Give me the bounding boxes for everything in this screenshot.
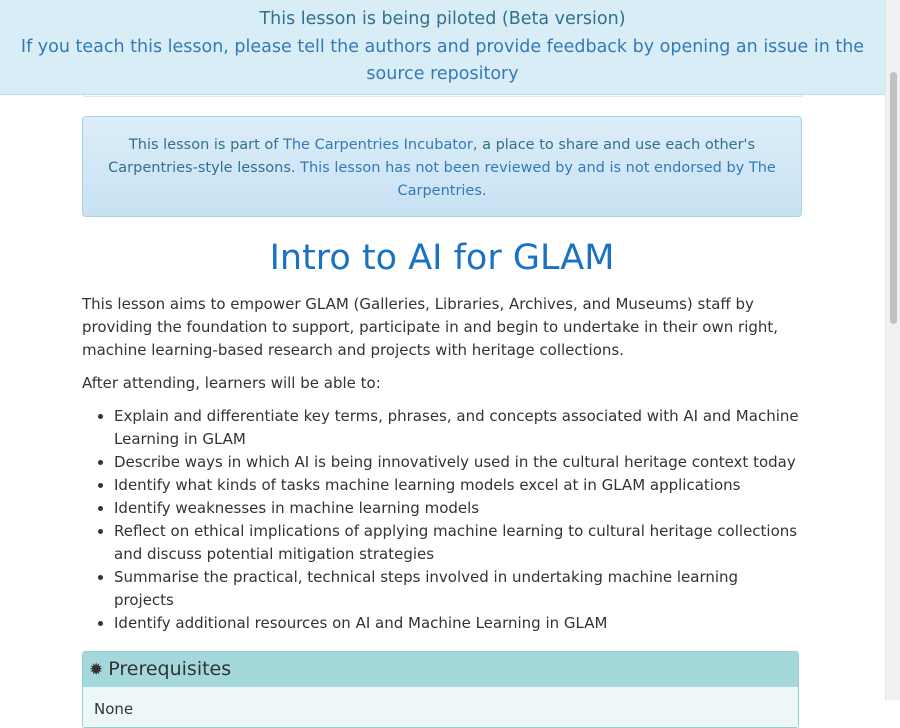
- list-item: Summarise the practical, technical steps…: [114, 566, 802, 612]
- prerequisites-body: None: [83, 687, 798, 727]
- list-item: Reflect on ethical implications of apply…: [114, 520, 802, 566]
- beta-banner-feedback-link[interactable]: If you teach this lesson, please tell th…: [0, 34, 885, 89]
- list-item: Identify additional resources on AI and …: [114, 612, 802, 635]
- vertical-scrollbar[interactable]: [885, 0, 900, 700]
- beta-banner-title: This lesson is being piloted (Beta versi…: [259, 9, 626, 29]
- incubator-link[interactable]: The Carpentries Incubator: [283, 137, 473, 153]
- scrollbar-thumb[interactable]: [890, 72, 897, 324]
- prerequisites-heading: Prerequisites: [108, 658, 232, 680]
- incubator-note: This lesson has not been reviewed by and…: [295, 160, 776, 199]
- incubator-prefix: This lesson is part of: [128, 137, 283, 153]
- list-item: Identify what kinds of tasks machine lea…: [114, 474, 802, 497]
- objectives-list: Explain and differentiate key terms, phr…: [82, 405, 802, 635]
- main-content: This lesson is part of The Carpentries I…: [82, 116, 802, 728]
- certificate-icon: ✹: [89, 660, 104, 680]
- page-title: Intro to AI for GLAM: [269, 238, 615, 278]
- incubator-notice: This lesson is part of The Carpentries I…: [82, 116, 802, 217]
- list-item: Describe ways in which AI is being innov…: [114, 451, 802, 474]
- list-item: Explain and differentiate key terms, phr…: [114, 405, 802, 451]
- prerequisites-box: ✹ Prerequisites None: [82, 651, 799, 728]
- list-item: Identify weaknesses in machine learning …: [114, 497, 802, 520]
- prerequisites-header: ✹ Prerequisites: [83, 652, 798, 687]
- intro-paragraph: This lesson aims to empower GLAM (Galler…: [82, 295, 779, 359]
- after-attending-text: After attending, learners will be able t…: [82, 374, 381, 392]
- beta-banner: This lesson is being piloted (Beta versi…: [0, 0, 885, 95]
